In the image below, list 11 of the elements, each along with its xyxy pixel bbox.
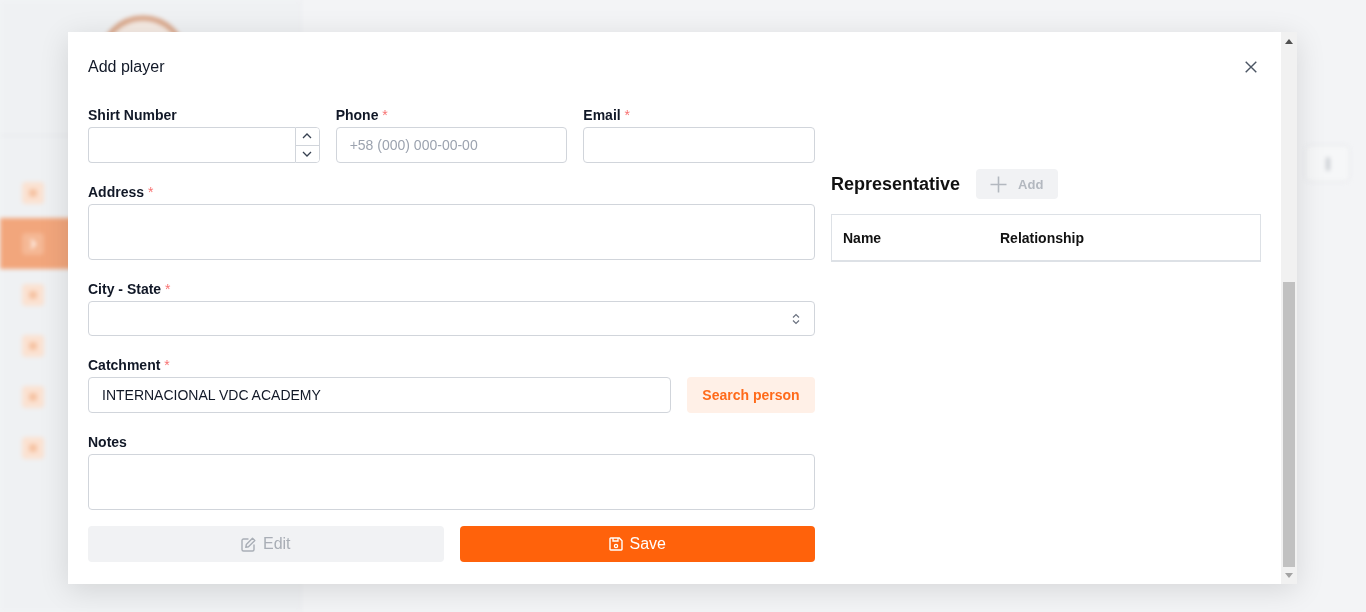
dialog-title: Add player [88, 57, 165, 77]
column-header: Name [842, 229, 883, 246]
field-label: Notes [88, 433, 127, 452]
field-label: Catchment * [88, 356, 170, 375]
field-label: Address * [88, 183, 154, 202]
column-header: Relationship [999, 229, 1085, 246]
field-label: Shirt Number [88, 106, 177, 125]
field-label: Email * [583, 106, 631, 125]
field-label: City - State * [88, 280, 171, 299]
field-label: Phone * [335, 106, 388, 125]
section-title: Representative [831, 173, 961, 195]
